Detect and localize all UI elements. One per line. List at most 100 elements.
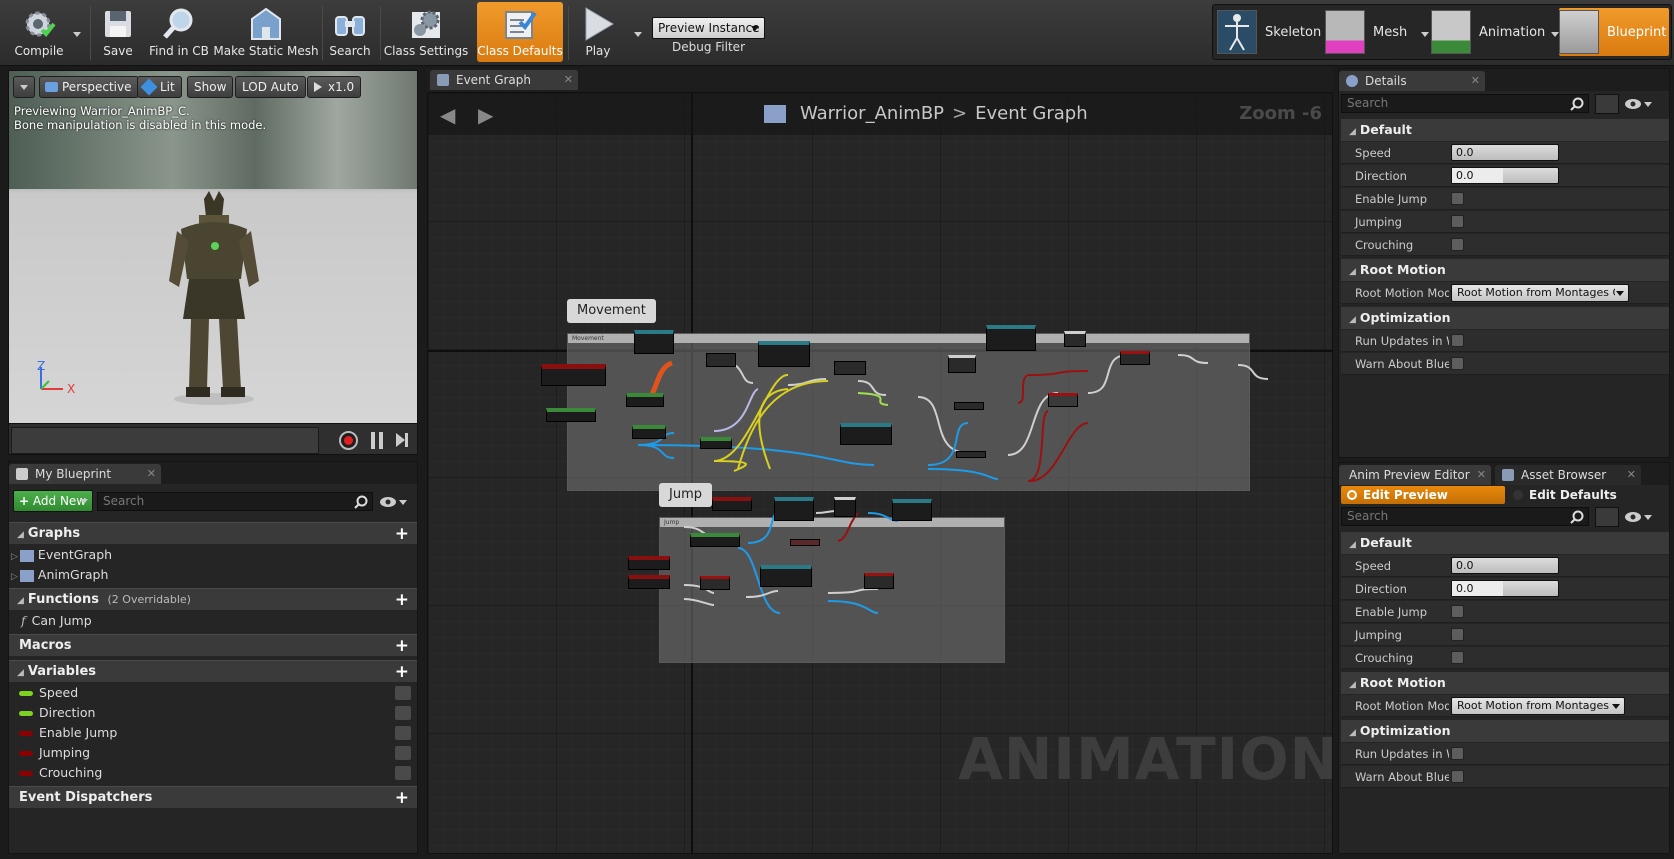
enable-jump-checkbox[interactable] [1451, 192, 1464, 205]
close-icon[interactable]: ✕ [147, 464, 156, 484]
search-button[interactable]: Search [327, 2, 373, 62]
class-defaults-button[interactable]: Class Defaults [477, 2, 563, 62]
jump-set-node[interactable] [892, 499, 932, 521]
graph-item-animgraph[interactable]: ▷ AnimGraph [9, 565, 417, 585]
get-jump-node[interactable] [986, 325, 1036, 351]
sequence-node[interactable] [1064, 331, 1086, 347]
add-new-button[interactable]: + Add New [13, 490, 93, 512]
movement-var-node-b[interactable] [956, 451, 986, 458]
show-button[interactable]: Show [187, 76, 234, 98]
vector-length-node[interactable] [706, 353, 736, 367]
visibility-eye-icon[interactable] [395, 746, 411, 760]
add-graph-plus-icon[interactable]: + [395, 524, 409, 544]
function-item-can-jump[interactable]: f Can Jump [9, 611, 417, 631]
run-updates-checkbox[interactable] [1451, 334, 1464, 347]
visibility-eye-icon[interactable] [395, 706, 411, 720]
class-settings-button[interactable]: Class Settings [384, 2, 468, 62]
variable-item-crouching[interactable]: Crouching [9, 763, 417, 783]
cast-to-animbp-node[interactable] [840, 423, 892, 445]
visibility-eye-icon[interactable] [395, 766, 411, 780]
details-eye-icon[interactable] [1624, 96, 1654, 112]
details-optimization-section[interactable]: ◢ Optimization [1341, 307, 1669, 329]
play-button[interactable]: Play [573, 2, 623, 62]
tab-anim-preview-editor[interactable]: Anim Preview Editor ✕ [1339, 465, 1491, 485]
details-list-view-icon[interactable] [1595, 94, 1619, 114]
mode-tab-animation[interactable]: Animation [1431, 8, 1559, 56]
get-velocity-node[interactable] [626, 393, 664, 407]
jump-event-b-node[interactable] [628, 556, 670, 570]
event-blueprint-update-node[interactable] [541, 364, 606, 386]
lit-button[interactable]: Lit [137, 76, 182, 98]
variables-section-header[interactable]: ◢ Variables + [9, 660, 417, 682]
preview-enable-jump-checkbox[interactable] [1451, 605, 1464, 618]
variable-item-speed[interactable]: Speed [9, 683, 417, 703]
variable-item-enable-jump[interactable]: Enable Jump [9, 723, 417, 743]
pause-icon[interactable] [371, 432, 383, 449]
jump-set-jumping-node[interactable] [864, 573, 894, 589]
play-options-chevron-down-icon[interactable] [634, 32, 642, 37]
preview-viewport[interactable]: Perspective Lit Show LOD Auto x1.0 Previ… [8, 70, 418, 455]
add-macro-plus-icon[interactable]: + [395, 636, 409, 656]
jump-event-c-node[interactable] [628, 575, 670, 589]
mesh-chevron-down-icon[interactable] [1421, 32, 1429, 37]
graph-item-eventgraph[interactable]: ▷ EventGraph [9, 545, 417, 565]
macros-section-header[interactable]: Macros + [9, 634, 417, 656]
preview-speed-input[interactable]: 0.0 [1451, 557, 1559, 574]
anim-preview-eye-icon[interactable] [1624, 509, 1654, 525]
mode-tab-skeleton[interactable]: Skeleton [1217, 8, 1323, 56]
jumping-checkbox[interactable] [1451, 215, 1464, 228]
set-speed-node[interactable] [834, 361, 866, 375]
lod-button[interactable]: LOD Auto [235, 76, 306, 98]
jump-set-bool-node[interactable] [700, 576, 730, 590]
close-icon[interactable]: ✕ [1627, 465, 1636, 485]
tab-my-blueprint[interactable]: My Blueprint ✕ [9, 464, 161, 484]
warn-about-checkbox[interactable] [1451, 357, 1464, 370]
preview-warn-about-checkbox[interactable] [1451, 770, 1464, 783]
set-jumping-node[interactable] [1120, 351, 1150, 365]
preview-jumping-checkbox[interactable] [1451, 628, 1464, 641]
viewport-options-button[interactable] [13, 76, 35, 98]
perspective-button[interactable]: Perspective [39, 76, 139, 98]
event-dispatchers-section-header[interactable]: Event Dispatchers + [9, 786, 417, 808]
mode-tab-blueprint[interactable]: Blueprint [1559, 8, 1669, 56]
preview-default-section[interactable]: ◢ Default [1341, 532, 1669, 554]
close-icon[interactable]: ✕ [564, 70, 573, 90]
my-blueprint-search-input[interactable]: Search [97, 492, 373, 511]
preview-root-motion-section[interactable]: ◢ Root Motion [1341, 672, 1669, 694]
visibility-eye-icon[interactable] [395, 726, 411, 740]
get-actor-rotation-node[interactable] [632, 425, 666, 439]
compile-options-chevron-down-icon[interactable] [73, 32, 81, 37]
edit-defaults-toggle[interactable]: Edit Defaults [1507, 486, 1669, 504]
view-options-eye-icon[interactable] [379, 494, 409, 510]
animation-chevron-down-icon[interactable] [1551, 32, 1559, 37]
cast-to-character-node[interactable] [634, 330, 674, 354]
timeline-scrubber[interactable] [11, 427, 319, 454]
try-get-pawn-owner-node[interactable] [546, 408, 596, 422]
details-root-motion-section[interactable]: ◢ Root Motion [1341, 259, 1669, 281]
tab-event-graph[interactable]: Event Graph ✕ [430, 70, 578, 90]
variable-item-jumping[interactable]: Jumping [9, 743, 417, 763]
close-icon[interactable]: ✕ [1471, 71, 1480, 91]
crouching-checkbox[interactable] [1451, 238, 1464, 251]
branch-node[interactable] [948, 355, 976, 373]
mode-tab-mesh[interactable]: Mesh [1325, 8, 1429, 56]
save-button[interactable]: Save [95, 2, 141, 62]
preview-direction-slider[interactable]: 0.0 [1451, 580, 1559, 597]
add-variable-plus-icon[interactable]: + [395, 662, 409, 682]
details-default-section[interactable]: ◢ Default [1341, 119, 1669, 141]
jump-branch-node[interactable] [834, 497, 856, 517]
compile-button[interactable]: Compile [8, 2, 70, 62]
preview-optimization-section[interactable]: ◢ Optimization [1341, 720, 1669, 742]
make-static-mesh-button[interactable]: Make Static Mesh [213, 2, 319, 62]
graphs-section-header[interactable]: ◢ Graphs + [9, 522, 417, 544]
set-crouching-node[interactable] [1048, 393, 1078, 407]
jump-pawn-owner-node[interactable] [690, 533, 740, 547]
variable-item-direction[interactable]: Direction [9, 703, 417, 723]
add-function-plus-icon[interactable]: + [395, 590, 409, 610]
preview-run-updates-checkbox[interactable] [1451, 747, 1464, 760]
movement-var-node-a[interactable] [954, 402, 984, 410]
anim-preview-search-input[interactable]: Search [1341, 507, 1589, 526]
event-graph-canvas[interactable]: ◀ ▶ Warrior_AnimBP > Event Graph Zoom -6… [427, 92, 1333, 854]
debug-object-dropdown[interactable]: Preview Instance [652, 17, 765, 39]
step-forward-icon[interactable] [396, 433, 408, 450]
